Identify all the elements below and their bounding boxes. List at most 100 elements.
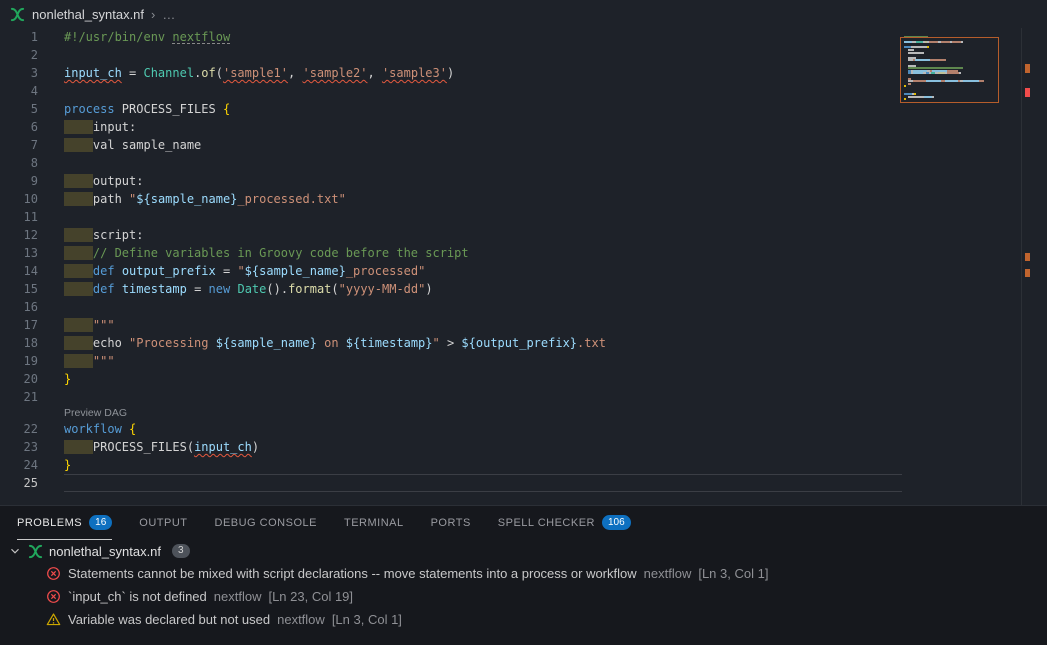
line-number[interactable]: 19	[0, 352, 38, 370]
line-number[interactable]: 1	[0, 28, 38, 46]
line-number[interactable]: 14	[0, 262, 38, 280]
code-token: ().	[266, 282, 288, 296]
tab-problems[interactable]: PROBLEMS 16	[17, 506, 112, 540]
tab-output[interactable]: OUTPUT	[139, 506, 187, 540]
code-line[interactable]: def timestamp = new Date().format("yyyy-…	[64, 280, 433, 298]
problem-row[interactable]: Statements cannot be mixed with script d…	[0, 562, 1047, 585]
code-token: (	[216, 66, 223, 80]
code-token: {	[223, 102, 230, 116]
tab-terminal[interactable]: TERMINAL	[344, 506, 404, 540]
code-line[interactable]	[64, 474, 902, 492]
overview-ruler-mark	[1025, 88, 1030, 97]
code-line[interactable]: process PROCESS_FILES {	[64, 100, 230, 118]
code-area[interactable]: 1 #!/usr/bin/env nextflow 23 input_ch = Cha…	[0, 28, 920, 492]
line-number[interactable]: 17	[0, 316, 38, 334]
line-number[interactable]: 3	[0, 64, 38, 82]
code-token: {	[129, 422, 136, 436]
code-line[interactable]: PROCESS_FILES(input_ch)	[64, 438, 259, 456]
code-line[interactable]: def output_prefix = "${sample_name}_proc…	[64, 262, 425, 280]
problem-row[interactable]: Variable was declared but not used nextf…	[0, 608, 1047, 631]
line-number[interactable]: 16	[0, 298, 38, 316]
tab-ports[interactable]: PORTS	[431, 506, 471, 540]
tab-output-label: OUTPUT	[139, 517, 187, 529]
line-number[interactable]: 4	[0, 82, 38, 100]
line-number[interactable]: 22	[0, 420, 38, 438]
code-token	[115, 282, 122, 296]
code-line[interactable]: }	[64, 370, 71, 388]
code-token: _processed.txt"	[237, 192, 345, 206]
line-number[interactable]: 10	[0, 190, 38, 208]
line-number[interactable]: 2	[0, 46, 38, 64]
code-token: """	[93, 318, 115, 332]
error-icon	[46, 566, 61, 581]
code-line[interactable]: path "${sample_name}_processed.txt"	[64, 190, 346, 208]
code-line[interactable]: workflow {	[64, 420, 136, 438]
code-line[interactable]: #!/usr/bin/env nextflow	[64, 28, 230, 46]
problems-file-group[interactable]: nonlethal_syntax.nf 3	[0, 540, 1047, 562]
problem-source: nextflow	[277, 612, 325, 627]
overview-ruler-mark	[1025, 64, 1030, 73]
error-icon	[46, 589, 61, 604]
code-token: PROCESS_FILES	[93, 440, 187, 454]
line-number[interactable]: 9	[0, 172, 38, 190]
code-token: ${sample_name}	[216, 336, 317, 350]
minimap-content	[904, 36, 1022, 103]
code-line[interactable]: val sample_name	[64, 136, 201, 154]
code-token	[64, 336, 93, 350]
code-token: ,	[368, 66, 382, 80]
code-token: ${sample_name}	[136, 192, 237, 206]
problem-row[interactable]: `input_ch` is not defined nextflow [Ln 2…	[0, 585, 1047, 608]
code-line[interactable]: // Define variables in Groovy code befor…	[64, 244, 469, 262]
nextflow-file-icon	[28, 544, 43, 559]
line-number[interactable]: 12	[0, 226, 38, 244]
code-line[interactable]: }	[64, 456, 71, 474]
line-number[interactable]: 8	[0, 154, 38, 172]
codelens-preview-dag[interactable]: Preview DAG	[64, 406, 127, 420]
breadcrumb-symbol-more[interactable]: …	[162, 7, 175, 22]
code-line[interactable]: """	[64, 316, 115, 334]
line-number[interactable]: 5	[0, 100, 38, 118]
line-number[interactable]: 6	[0, 118, 38, 136]
breadcrumb-file[interactable]: nonlethal_syntax.nf	[32, 7, 144, 22]
line-number[interactable]: 7	[0, 136, 38, 154]
problems-file-name: nonlethal_syntax.nf	[49, 544, 161, 559]
tab-problems-label: PROBLEMS	[17, 517, 82, 529]
line-number[interactable]: 11	[0, 208, 38, 226]
code-token: ${output_prefix}	[461, 336, 577, 350]
problem-location: [Ln 3, Col 1]	[698, 566, 768, 581]
code-line[interactable]: """	[64, 352, 115, 370]
code-token	[64, 246, 93, 260]
tab-spell-checker[interactable]: SPELL CHECKER 106	[498, 506, 631, 540]
warning-icon	[46, 612, 61, 627]
code-token: workflow	[64, 422, 122, 436]
line-number[interactable]	[0, 406, 38, 420]
line-number[interactable]: 18	[0, 334, 38, 352]
code-token	[64, 318, 93, 332]
code-token: (	[187, 440, 194, 454]
editor: 1 #!/usr/bin/env nextflow 23 input_ch = Cha…	[0, 28, 1047, 505]
code-line[interactable]: output:	[64, 172, 143, 190]
code-line[interactable]: echo "Processing ${sample_name} on ${tim…	[64, 334, 606, 352]
code-token: new	[209, 282, 231, 296]
code-line[interactable]: input_ch = Channel.of('sample1', 'sample…	[64, 64, 454, 82]
code-token: def	[93, 264, 115, 278]
code-token: ,	[288, 66, 302, 80]
line-number[interactable]: 23	[0, 438, 38, 456]
tab-debug-console-label: DEBUG CONSOLE	[215, 517, 317, 529]
line-number[interactable]: 25	[0, 474, 38, 492]
line-number[interactable]: 20	[0, 370, 38, 388]
overview-ruler-mark	[1025, 269, 1030, 277]
overview-ruler[interactable]	[1021, 28, 1047, 505]
code-token	[64, 138, 93, 152]
code-token: val sample_name	[93, 138, 201, 152]
code-line[interactable]: script:	[64, 226, 143, 244]
code-line[interactable]: input:	[64, 118, 136, 136]
tab-debug-console[interactable]: DEBUG CONSOLE	[215, 506, 317, 540]
minimap[interactable]	[904, 36, 1022, 103]
code-token	[64, 440, 93, 454]
line-number[interactable]: 24	[0, 456, 38, 474]
line-number[interactable]: 21	[0, 388, 38, 406]
line-number[interactable]: 13	[0, 244, 38, 262]
line-number[interactable]: 15	[0, 280, 38, 298]
tab-terminal-label: TERMINAL	[344, 517, 404, 529]
